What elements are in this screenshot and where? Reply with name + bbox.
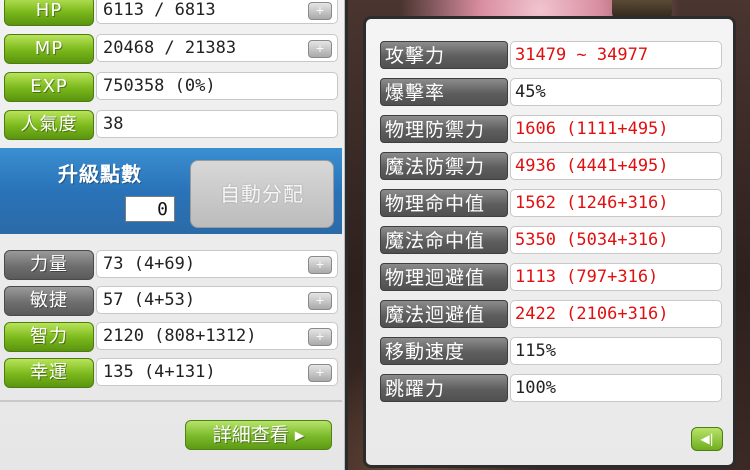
detail-label: 攻擊力	[380, 41, 508, 69]
detail-row-mdef: 魔法防禦力 4936 (4441+495)	[380, 152, 724, 180]
plus-icon[interactable]: +	[308, 364, 332, 382]
detail-value: 31479 ~ 34977	[510, 41, 722, 69]
stat-row-mp: MP 20468 / 21383 +	[4, 34, 340, 64]
divider	[0, 400, 342, 402]
detail-row-macc: 魔法命中值 5350 (5034+316)	[380, 226, 724, 254]
detail-label: 跳躍力	[380, 374, 508, 402]
ability-points-title: 升級點數	[58, 162, 142, 186]
detail-value: 4936 (4441+495)	[510, 152, 722, 180]
detail-value: 100%	[510, 374, 722, 402]
stat-value-fame: 38	[96, 110, 338, 138]
detail-value: 45%	[510, 78, 722, 106]
plus-icon[interactable]: +	[308, 328, 332, 346]
attr-value-luk: 135 (4+131)	[96, 358, 338, 386]
attr-value-int: 2120 (808+1312)	[96, 322, 338, 350]
detail-label: 爆擊率	[380, 78, 508, 106]
stat-label-mp: MP	[4, 34, 94, 64]
back-arrow-icon[interactable]: ◀|	[691, 427, 723, 451]
detail-label: 魔法迴避值	[380, 300, 508, 328]
detail-label: 移動速度	[380, 337, 508, 365]
attr-label-luk: 幸運	[4, 358, 94, 388]
detail-row-peva: 物理迴避值 1113 (797+316)	[380, 263, 724, 291]
detail-row-jump: 跳躍力 100%	[380, 374, 724, 402]
attr-value-dex: 57 (4+53)	[96, 286, 338, 314]
detail-row-crit: 爆擊率 45%	[380, 78, 724, 106]
ability-points-panel: 升級點數 0 自動分配	[0, 148, 342, 234]
attr-label-dex: 敏捷	[4, 286, 94, 316]
auto-assign-button[interactable]: 自動分配	[190, 160, 334, 228]
detail-value: 1562 (1246+316)	[510, 189, 722, 217]
stat-row-exp: EXP 750358 (0%)	[4, 72, 340, 102]
stat-window-left: HP 6113 / 6813 + MP 20468 / 21383 + EXP …	[0, 0, 348, 470]
detail-value: 2422 (2106+316)	[510, 300, 722, 328]
detail-label: 物理命中值	[380, 189, 508, 217]
stat-window-detail: 攻擊力 31479 ~ 34977 爆擊率 45% 物理防禦力 1606 (11…	[363, 16, 736, 468]
detail-row-pacc: 物理命中值 1562 (1246+316)	[380, 189, 724, 217]
attr-row-luk: 幸運 135 (4+131) +	[4, 358, 340, 388]
detail-label: 物理防禦力	[380, 115, 508, 143]
detail-label: 物理迴避值	[380, 263, 508, 291]
detail-value: 5350 (5034+316)	[510, 226, 722, 254]
detail-value: 1113 (797+316)	[510, 263, 722, 291]
detail-label: 魔法防禦力	[380, 152, 508, 180]
stat-row-hp: HP 6113 / 6813 +	[4, 0, 340, 26]
detail-value: 115%	[510, 337, 722, 365]
stat-value-hp: 6113 / 6813	[96, 0, 338, 24]
ability-points-value: 0	[125, 196, 175, 222]
attr-row-str: 力量 73 (4+69) +	[4, 250, 340, 280]
attr-label-int: 智力	[4, 322, 94, 352]
attr-row-dex: 敏捷 57 (4+53) +	[4, 286, 340, 316]
plus-icon[interactable]: +	[308, 256, 332, 274]
detail-value: 1606 (1111+495)	[510, 115, 722, 143]
detail-label: 魔法命中值	[380, 226, 508, 254]
detail-view-button[interactable]: 詳細查看 ▸	[185, 420, 332, 450]
stat-value-exp: 750358 (0%)	[96, 72, 338, 100]
plus-icon[interactable]: +	[308, 2, 332, 20]
detail-row-speed: 移動速度 115%	[380, 337, 724, 365]
stat-label-hp: HP	[4, 0, 94, 26]
plus-icon[interactable]: +	[308, 40, 332, 58]
attr-label-str: 力量	[4, 250, 94, 280]
stat-label-fame: 人氣度	[4, 110, 94, 140]
attr-value-str: 73 (4+69)	[96, 250, 338, 278]
detail-row-pdef: 物理防禦力 1606 (1111+495)	[380, 115, 724, 143]
stat-value-mp: 20468 / 21383	[96, 34, 338, 62]
detail-row-attack: 攻擊力 31479 ~ 34977	[380, 41, 724, 69]
attr-row-int: 智力 2120 (808+1312) +	[4, 322, 340, 352]
stat-label-exp: EXP	[4, 72, 94, 102]
plus-icon[interactable]: +	[308, 292, 332, 310]
detail-row-meva: 魔法迴避值 2422 (2106+316)	[380, 300, 724, 328]
stat-row-fame: 人氣度 38	[4, 110, 340, 140]
